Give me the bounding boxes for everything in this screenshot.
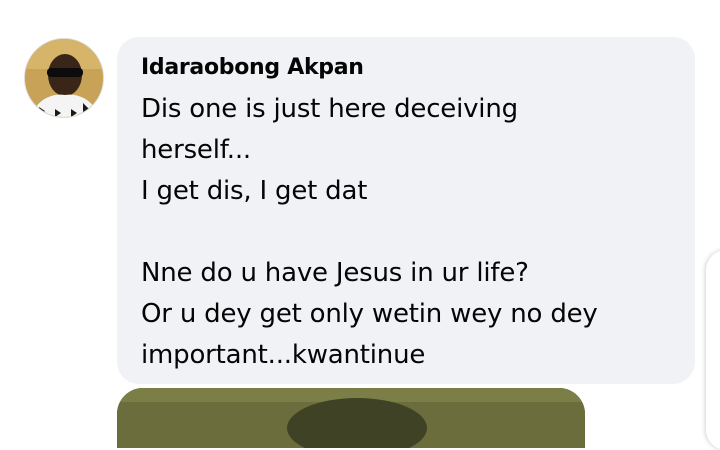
comment-author-name[interactable]: Idaraobong Akpan bbox=[141, 53, 671, 83]
attachment-image bbox=[117, 388, 585, 448]
adjacent-comment-edge bbox=[706, 250, 720, 450]
avatar[interactable] bbox=[24, 38, 104, 118]
profile-photo bbox=[25, 39, 103, 117]
comment-image-attachment[interactable] bbox=[117, 388, 585, 448]
comment-text: Dis one is just here deceiving herself..… bbox=[141, 94, 598, 370]
comment-bubble: Idaraobong Akpan Dis one is just here de… bbox=[117, 37, 695, 384]
